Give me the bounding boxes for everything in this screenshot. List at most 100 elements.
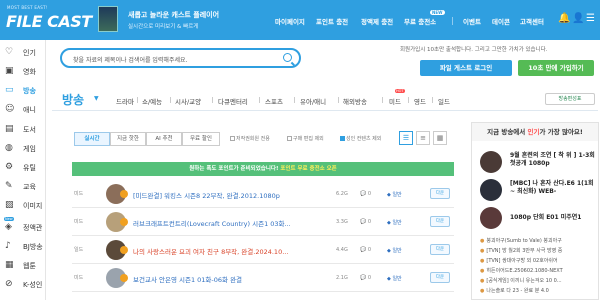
sidebar-item-bj[interactable]: ♪ BJ방송 (3, 239, 45, 253)
row-title[interactable]: [미드완결] 워킹스 시즌8 22부작, 완결.2012.1080p (133, 190, 335, 200)
image-icon: ▨ (5, 200, 14, 210)
hot-badge: HOT (395, 89, 405, 93)
logo[interactable]: MOST BEST EAST! FILE CAST (4, 3, 92, 35)
bell-icon[interactable]: 🔔 (558, 13, 570, 24)
nav-mypage[interactable]: 마이페이지 (275, 16, 305, 26)
sidebar-item-popular[interactable]: ♡ 인기 (3, 45, 45, 59)
table-row[interactable]: 미드 러브크래프트컨트리(Lovecraft Country) 시즌1 03화.… (72, 210, 454, 236)
coin-icon (120, 190, 128, 198)
nav-event[interactable]: 이벤트 (463, 16, 481, 26)
divider (259, 97, 260, 103)
nav-free-charge[interactable]: 무료 충전소 (404, 16, 436, 26)
sidebar-item-broadcast[interactable]: ▭ 방송 (3, 83, 45, 97)
checkbox[interactable] (230, 136, 235, 141)
nav-customer-center[interactable]: 고객센터 (520, 16, 544, 26)
popular-link[interactable]: ● 나는솔로 다 23 - 완료 분 4.0 (480, 287, 549, 294)
subcat-drama[interactable]: 드라마 (116, 96, 134, 106)
subcat-uk-drama[interactable]: 영드 (414, 96, 426, 106)
sidebar-item-education[interactable]: ✎ 교육 (3, 179, 45, 193)
table-row[interactable]: 미드 [미드완결] 워킹스 시즌8 22부작, 완결.2012.1080p 6.… (72, 182, 454, 208)
notice-banner[interactable]: 원하는 폭도 포인트가 준비되었습니다! 포인트 무료 충전소 오픈 (72, 162, 454, 176)
menu-icon[interactable]: ☰ (586, 13, 595, 24)
schedule-button[interactable]: 방송편성표 (545, 93, 595, 105)
popular-item[interactable]: 9월 흔련의 조연 [ 착 위 ] 1-3회 첫공개 1080p (480, 151, 596, 173)
popular-link[interactable]: ● [TVN] 쌍대아구방 외 02호아쉬어 (480, 257, 558, 264)
tab-free-discount[interactable]: 무료 할인 (182, 132, 220, 146)
category-title[interactable]: 방송 (62, 91, 84, 108)
search-placeholder: 찾을 자료의 제목이나 검색어를 입력해주세요. (73, 57, 188, 64)
checkbox[interactable] (287, 136, 292, 141)
popular-item[interactable]: 1080p 단희 E01 미주연1 (480, 207, 596, 229)
download-button[interactable]: 다운 (430, 216, 450, 227)
subcat-jp-drama[interactable]: 일드 (438, 96, 450, 106)
sidebar-item-flatrate[interactable]: New ◈ 정액관 (3, 217, 45, 234)
download-button[interactable]: 다운 (430, 272, 450, 283)
tab-ai-recommend[interactable]: AI 추천 (146, 132, 182, 146)
row-title[interactable]: 러브크래프트컨트리(Lovecraft Country) 시즌1 03화... (133, 218, 335, 228)
sidebar-item-adult[interactable]: ⊘ K-성인 (3, 277, 45, 291)
sidebar-item-anime[interactable]: ☺ 애니 (3, 102, 45, 116)
subcat-documentary-news[interactable]: 시사/교양 (175, 96, 201, 106)
download-button[interactable]: 다운 (430, 188, 450, 199)
subcat-kids[interactable]: 유아/애니 (300, 96, 326, 106)
guest-login-button[interactable]: 파일 게스트 로그인 (420, 60, 512, 76)
filter-exclude-purchase[interactable]: 구매 편집 제외 (287, 135, 324, 142)
list-view-icon[interactable]: ☰ (399, 131, 413, 145)
sidebar-item-movie[interactable]: ▣ 영화 (3, 64, 45, 78)
popular-item-title: 9월 흔련의 조연 [ 착 위 ] 1-3회 첫공개 1080p (510, 152, 595, 167)
row-comment-count: 💬 0 (360, 247, 372, 253)
table-row[interactable]: 일드 나의 사랑스러운 요괴 여자 친구 8부작, 완결.2024.10... … (72, 238, 454, 264)
popular-link[interactable]: ● [TVN] 방 월2회 3만부 사극 방영 중 (480, 247, 562, 254)
search-input[interactable]: 찾을 자료의 제목이나 검색어를 입력해주세요. (60, 48, 301, 68)
popular-link[interactable]: ● 붕괴아구(Sumb to Vale) 붕괴아구 (480, 237, 562, 244)
sidebar-item-webtoon[interactable]: ▦ 웹툰 (3, 258, 45, 272)
table-row[interactable]: 미드 보건교사 안은영 시즌1 01화-06화 완결 2.1G 💬 0 ◆ 일반… (72, 266, 454, 292)
row-comment-count: 💬 0 (360, 275, 372, 281)
divider (432, 97, 433, 103)
chevron-down-icon[interactable]: ▼ (94, 95, 99, 102)
subcat-us-drama[interactable]: 미드 (389, 96, 401, 106)
filter-exclude-adult[interactable]: 성인 컨텐츠 제외 (340, 135, 381, 142)
sidebar-item-image[interactable]: ▨ 이미지 (3, 198, 45, 212)
subcat-sports[interactable]: 스포츠 (265, 96, 283, 106)
row-title[interactable]: 보건교사 안은영 시즌1 01화-06화 완결 (133, 274, 335, 284)
search-icon[interactable] (283, 53, 292, 62)
sidebar-item-utility[interactable]: ⚙ 유틸 (3, 160, 45, 174)
comment-count: 0 (367, 275, 372, 281)
row-category: 미드 (74, 191, 84, 197)
compact-view-icon[interactable]: ≡ (416, 131, 430, 145)
nav-point-charge[interactable]: 포인트 충전 (316, 16, 348, 26)
row-title[interactable]: 나의 사랑스러운 요괴 여자 친구 8부작, 완결.2024.10... (133, 246, 335, 256)
checkbox[interactable] (340, 136, 345, 141)
tab-hot-now[interactable]: 지금 핫한 (110, 132, 146, 146)
popular-link[interactable]: ● 히든이어드E.250602.1080-NEXT (480, 267, 563, 274)
download-button[interactable]: 다운 (430, 244, 450, 255)
filter-copyright-member[interactable]: 저작권회원 전용 (230, 135, 270, 142)
sidebar: ♡ 인기 ▣ 영화 ▭ 방송 ☺ 애니 ▤ 도서 ◍ 게임 ⚙ 유틸 ✎ 교육 … (0, 40, 46, 300)
popular-item[interactable]: [MBC] 나 혼자 산다.E6 1(1회 ~ 최신화) WEB- (480, 179, 596, 201)
popular-link-text: [TVN] 쌍대아구방 외 02호아쉬어 (486, 258, 558, 264)
subcat-documentary[interactable]: 다큐멘터리 (218, 96, 248, 106)
nav-flatrate-charge[interactable]: 정액제 충전 (361, 16, 393, 26)
row-seller: ◆ 일반 (387, 192, 402, 198)
nav-daycon[interactable]: 데이콘 (492, 16, 510, 26)
popular-panel: 지금 방송에서 인기가 가장 많아요! 9월 흔련의 조연 [ 착 위 ] 1-… (471, 122, 599, 300)
sidebar-item-game[interactable]: ◍ 게임 (3, 141, 45, 155)
subcat-variety[interactable]: 쇼/예능 (142, 96, 162, 106)
popular-link[interactable]: ● [공식게임] 이끼니 유는걱오 10 0... (480, 277, 562, 284)
sidebar-item-label: 영화 (23, 68, 36, 76)
tab-realtime[interactable]: 실시간 (74, 132, 110, 146)
sidebar-item-label: 애니 (23, 106, 36, 114)
popular-link-text: [TVN] 방 월2회 3만부 사극 방영 중 (486, 248, 563, 254)
signup-button[interactable]: 10초 만에 가입하기 (518, 60, 594, 76)
subcat-foreign[interactable]: 해외방송 (343, 96, 367, 106)
user-icon[interactable]: 👤 (572, 13, 584, 24)
row-size: 6.2G (336, 191, 348, 197)
popular-panel-title: 지금 방송에서 인기가 가장 많아요! (472, 123, 598, 141)
grid-view-icon[interactable]: ▦ (433, 131, 447, 145)
promo-title: 새롭고 놀라운 캐스트 플레이어 (128, 11, 220, 19)
bullet-icon: ● (480, 258, 485, 264)
sidebar-item-book[interactable]: ▤ 도서 (3, 122, 45, 136)
promo-banner[interactable]: 새롭고 놀라운 캐스트 플레이어 실시간으로 미리보기 & 빠르게 (98, 3, 258, 35)
sidebar-item-label: 유틸 (23, 164, 36, 172)
